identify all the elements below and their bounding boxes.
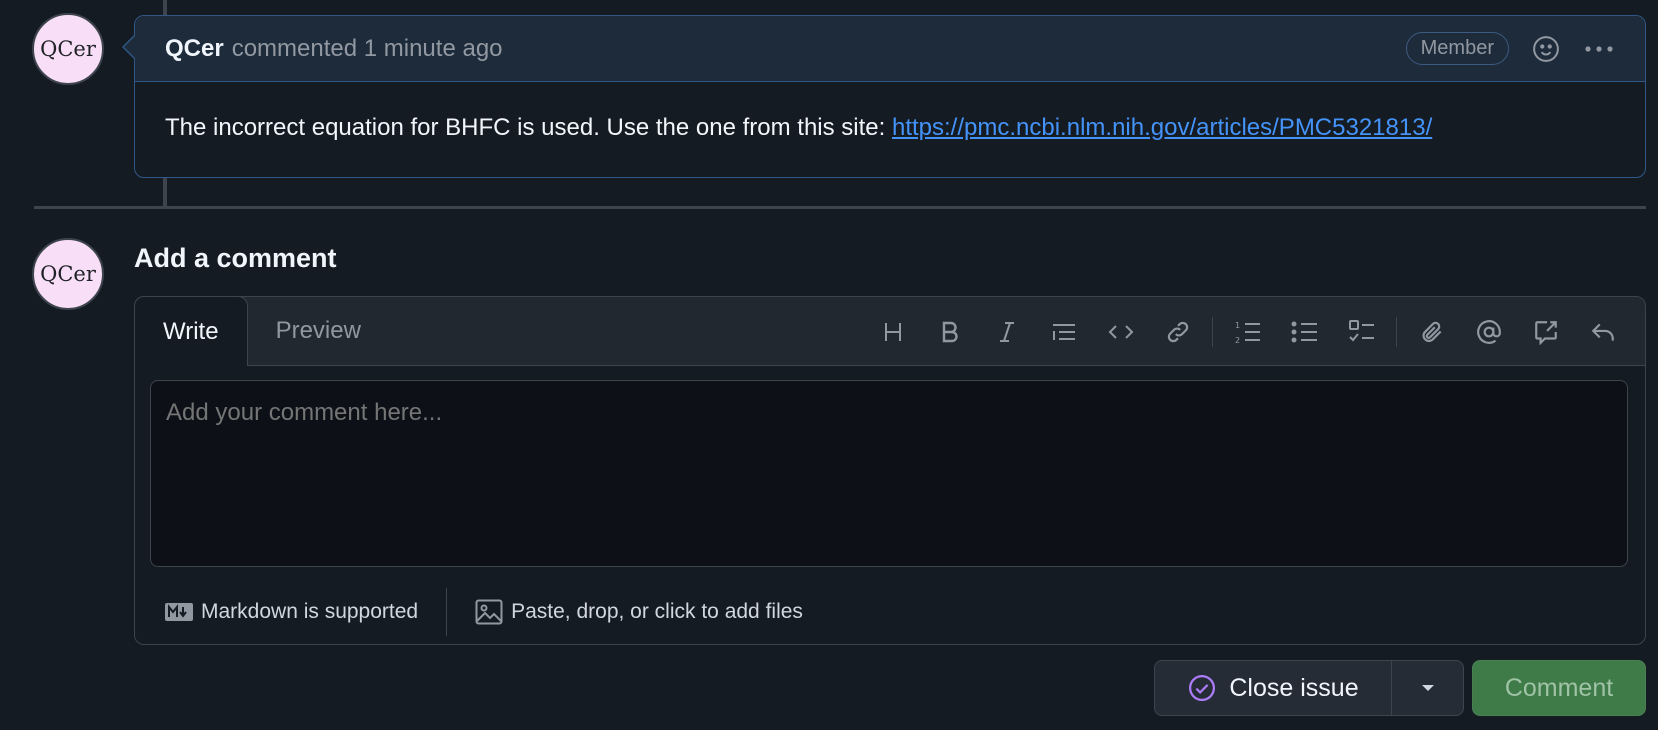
caret-down-icon	[1421, 685, 1434, 691]
link-icon[interactable]	[1149, 312, 1206, 352]
avatar[interactable]: QCer	[32, 13, 104, 85]
markdown-note: Markdown is supported	[201, 600, 419, 623]
bulleted-list-icon[interactable]	[1276, 312, 1333, 352]
comment-editor: Write Preview 12 Add your comment here..…	[134, 296, 1646, 645]
bold-icon[interactable]	[921, 312, 978, 352]
mention-icon[interactable]	[1460, 312, 1517, 352]
comment-timestamp[interactable]: commented 1 minute ago	[232, 35, 503, 63]
comment-header: QCer commented 1 minute ago Member	[122, 16, 1645, 82]
close-issue-label: Close issue	[1229, 673, 1359, 702]
comment-box: QCer commented 1 minute ago Member The i…	[122, 15, 1646, 178]
image-icon	[475, 599, 503, 625]
attach-icon[interactable]	[1403, 312, 1460, 352]
close-issue-button[interactable]: Close issue	[1155, 661, 1391, 715]
close-options-dropdown[interactable]	[1391, 661, 1463, 715]
comment-button[interactable]: Comment	[1472, 660, 1646, 716]
undo-icon[interactable]	[1574, 312, 1631, 352]
svg-text:1: 1	[1235, 321, 1240, 330]
comment-textarea[interactable]	[150, 380, 1628, 567]
divider	[34, 206, 1646, 209]
numbered-list-icon[interactable]: 12	[1219, 312, 1276, 352]
emoji-reaction-icon[interactable]	[1531, 34, 1561, 64]
markdown-support-link[interactable]: Markdown is supported	[165, 600, 418, 624]
add-comment-title: Add a comment	[134, 243, 337, 273]
comment-author[interactable]: QCer	[165, 35, 224, 63]
tab-write[interactable]: Write	[134, 296, 248, 366]
composer-avatar[interactable]: QCer	[32, 238, 104, 310]
editor-header: Write Preview 12	[134, 296, 1645, 366]
kebab-menu-icon[interactable]	[1583, 44, 1615, 54]
files-note: Paste, drop, or click to add files	[511, 600, 803, 623]
member-badge: Member	[1405, 32, 1509, 65]
editor-footer: Markdown is supported Paste, drop, or cl…	[135, 580, 1645, 644]
task-list-icon[interactable]	[1333, 312, 1390, 352]
comment-text: The incorrect equation for BHFC is used.…	[165, 114, 892, 141]
code-icon[interactable]	[1092, 312, 1149, 352]
composer-avatar-text: QCer	[40, 262, 96, 286]
avatar-text: QCer	[40, 37, 96, 61]
reference-icon[interactable]	[1517, 312, 1574, 352]
italic-icon[interactable]	[978, 312, 1035, 352]
comment-link[interactable]: https://pmc.ncbi.nlm.nih.gov/articles/PM…	[892, 114, 1432, 141]
close-issue-button-group: Close issue	[1154, 660, 1464, 716]
check-circle-icon	[1189, 675, 1216, 701]
svg-text:2: 2	[1235, 336, 1240, 345]
formatting-toolbar: 12	[864, 297, 1631, 366]
tab-preview[interactable]: Preview	[248, 296, 389, 365]
quote-icon[interactable]	[1035, 312, 1092, 352]
add-files-button[interactable]: Paste, drop, or click to add files	[475, 599, 803, 625]
comment-body: The incorrect equation for BHFC is used.…	[135, 82, 1645, 174]
markdown-icon	[165, 603, 193, 621]
heading-icon[interactable]	[864, 312, 921, 352]
